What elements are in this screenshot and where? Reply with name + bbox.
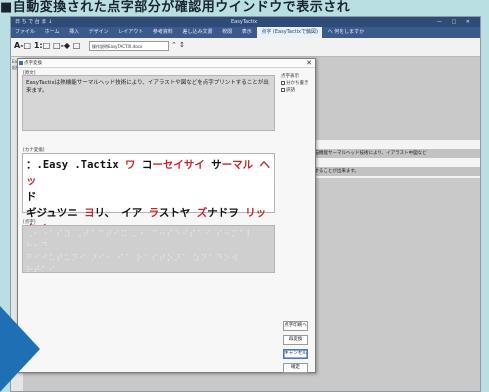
nav-arrows-icon[interactable]: ⌃ ↕ (171, 41, 185, 49)
cancel-button[interactable]: キャンセル (283, 349, 308, 359)
tab-layout[interactable]: レイアウト (114, 27, 147, 38)
braille-preview-pane: ⠠⠂⠐⠁⠎⠽ ⠠⠞⠁⠉⠞⠊⠭ ⠄⠂ ⠉⠒⠎⠑⠊⠎⠁⠊ ⠎⠒⠍⠁⠇ ⠓⠂⠙ ⠛⠊⠚… (22, 225, 275, 273)
close-icon[interactable]: ✕ (306, 59, 312, 68)
kana-segment: ストヤ (158, 207, 197, 219)
tab-file[interactable]: ファイル (11, 27, 39, 38)
app-icon (19, 61, 23, 65)
kana-segment: リ、 (94, 207, 122, 219)
document-line: とすることが出来ます。 (309, 167, 480, 176)
tab-home[interactable]: ホーム (41, 27, 64, 38)
dialog-title: 点字変換 (24, 61, 42, 66)
kana-segment: ジュツニ (36, 207, 85, 219)
tell-me-search[interactable]: ヘ 何をしますか (324, 27, 369, 38)
original-text-pane[interactable]: EasyTactixは熱機能サーマルヘッド技術により、イアラストや図などを点字プ… (22, 75, 275, 131)
kana-segment: ワ (125, 159, 142, 171)
tab-insert[interactable]: 挿入 (65, 27, 83, 38)
tab-design[interactable]: デザイン (85, 27, 113, 38)
document-area: 点描機能サーマルヘッド技術により、イアラスト中図など とすることが出来ます。 (309, 139, 480, 179)
kana-conversion-pane[interactable]: ：.Easy .Tactix ワ コーセイサイ サーマル ヘッドギジュツニ ヨリ… (22, 153, 275, 251)
file-name-field[interactable]: 操作説明EasyTACTIX.docx (89, 41, 169, 51)
reconvert-button[interactable]: 再変換 (283, 335, 308, 345)
kana-line: ：.Easy .Tactix ワ コーセイサイ サーマル ヘッ (26, 157, 271, 189)
kana-line: ド (26, 189, 271, 205)
document-line: 点描機能サーマルヘッド技術により、イアラスト中図など (309, 149, 480, 158)
tab-view[interactable]: 表示 (238, 27, 256, 38)
pointer-arrow-icon (0, 306, 40, 392)
kana-segment: ：.Easy .Tactix (26, 159, 126, 171)
kana-segment: ーセイサイ (152, 159, 212, 171)
kana-segment: イア (121, 207, 149, 219)
ribbon-tabs: ファイル ホーム 挿入 デザイン レイアウト 参考資料 差し込み文書 校閲 表示… (11, 27, 480, 38)
confirm-button[interactable]: 確定 (283, 363, 308, 373)
tab-references[interactable]: 参考資料 (149, 27, 177, 38)
option-wakachi[interactable]: 分かち書き (281, 80, 309, 86)
title-bar: 日 ち で 台 ま ↓ EasyTactix — □ ✕ (11, 17, 480, 27)
option-yakugo[interactable]: 訳語 (281, 87, 295, 93)
kana-segment: ナドヲ (207, 207, 246, 219)
print-braille-button[interactable]: 点字印刷へ (283, 321, 308, 331)
ribbon-tools[interactable]: A-□ 1:□ □-◆ □ (14, 41, 80, 50)
tab-review[interactable]: 校閲 (218, 27, 236, 38)
options-label: 点字表示 (281, 74, 299, 79)
braille-line: ⠛⠊⠚⠥⠞⠥⠝⠊ ⠜⠊⠂ ⠊⠁ ⠗⠁⠎⠞⠕⠜⠁ ⠵⠝⠁⠙⠕⠺ ⠗⠞⠁⠊ (26, 254, 239, 273)
window-controls[interactable]: — □ ✕ (437, 17, 474, 27)
kana-segment: ラ (148, 207, 159, 219)
checkbox-icon[interactable] (281, 80, 285, 85)
kana-segment: ギ (26, 207, 37, 219)
kana-segment: コ (141, 159, 153, 171)
kana-segment: ヨ (84, 207, 95, 219)
tab-braille[interactable]: 点字 (EasyTactixで触図) (257, 27, 322, 38)
braille-conversion-dialog: 点字変換 ✕ [原文] EasyTactixは熱機能サーマルヘッド技術により、イ… (17, 58, 316, 373)
braille-line: ⠠⠂⠐⠁⠎⠽ ⠠⠞⠁⠉⠞⠊⠭ ⠄⠂ ⠉⠒⠎⠑⠊⠎⠁⠊ ⠎⠒⠍⠁⠇ ⠓⠂⠙ (26, 230, 255, 252)
kana-segment: ド (26, 191, 37, 203)
page-heading: ■自動変換された点字部分が確認用ウインドウで表示され (0, 0, 351, 15)
checkbox-icon[interactable] (281, 87, 285, 92)
quick-access-toolbar[interactable]: 日 ち で 台 ま ↓ (15, 19, 52, 25)
tab-mailings[interactable]: 差し込み文書 (179, 27, 217, 38)
ribbon-toolbar: A-□ 1:□ □-◆ □ 操作説明EasyTACTIX.docx ⌃ ↕ (11, 38, 480, 57)
dialog-title-bar: 点字変換 ✕ (18, 59, 315, 68)
kana-segment: ズ (196, 207, 208, 219)
window-title: EasyTactix (231, 19, 258, 25)
kana-segment: サ (211, 159, 222, 171)
